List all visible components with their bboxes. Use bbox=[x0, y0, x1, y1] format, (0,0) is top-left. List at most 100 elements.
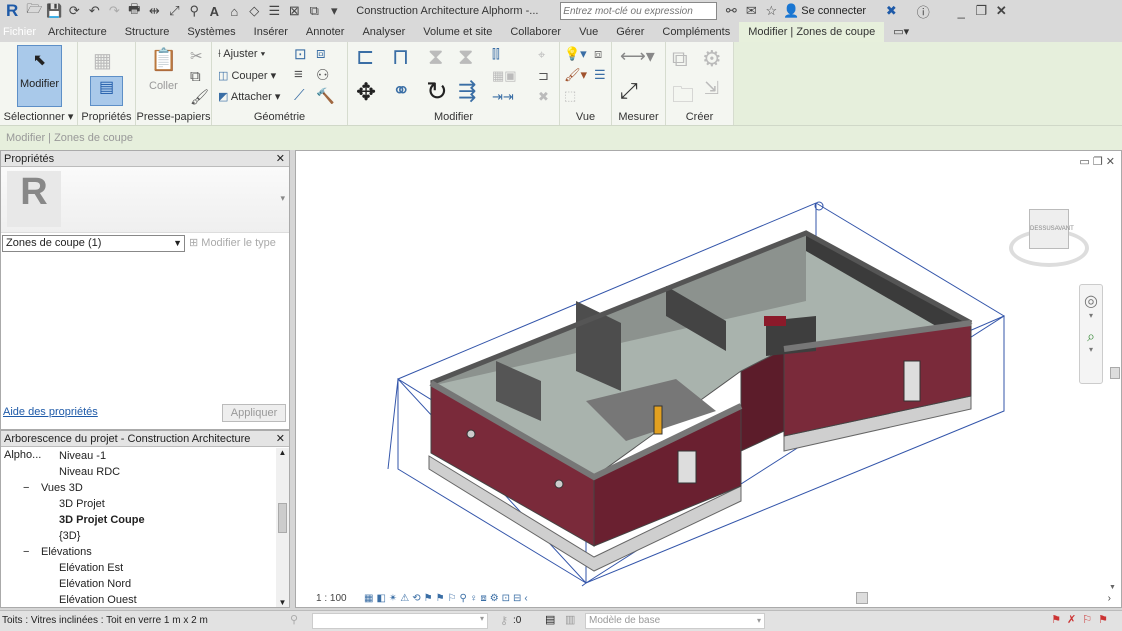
delete-icon[interactable]: ✖ bbox=[538, 89, 549, 105]
3d-view-icon[interactable]: ⌂ bbox=[224, 4, 244, 19]
restore-icon[interactable]: ❐ bbox=[971, 3, 991, 19]
tab-inserer[interactable]: Insérer bbox=[245, 22, 297, 42]
linework-icon[interactable]: ☰ bbox=[594, 67, 606, 83]
apply-button[interactable]: Appliquer bbox=[222, 404, 286, 422]
horizontal-scrollbar[interactable] bbox=[856, 592, 868, 604]
tree-item[interactable]: Niveau RDC bbox=[59, 466, 120, 478]
aligned-dimension-icon[interactable]: ⤢ bbox=[620, 78, 638, 104]
tab-structure[interactable]: Structure bbox=[116, 22, 179, 42]
tab-fichier[interactable]: Fichier bbox=[0, 22, 40, 42]
paint-icon[interactable]: ⚇ bbox=[316, 66, 329, 84]
trim-button[interactable]: ⟊ Ajuster ▾ bbox=[218, 48, 265, 61]
override-graphics-icon[interactable]: 🖌▾ bbox=[564, 67, 587, 83]
create-parts-icon[interactable]: ⚙ bbox=[702, 46, 722, 72]
create-assembly-icon[interactable]: ⧉ bbox=[672, 46, 688, 72]
navigation-bar[interactable]: ◎ ▾ ⌕ ▾ bbox=[1079, 284, 1103, 384]
print-icon[interactable]: 🖶 bbox=[124, 0, 144, 22]
tree-expander[interactable]: − bbox=[23, 546, 29, 558]
tab-analyser[interactable]: Analyser bbox=[353, 22, 414, 42]
rotate-icon[interactable]: ↻ bbox=[426, 76, 448, 107]
edit-type-button[interactable]: ⊞ Modifier le type bbox=[189, 235, 276, 252]
section-icon[interactable]: ◇ bbox=[244, 3, 264, 19]
minimize-icon[interactable]: _ bbox=[951, 4, 971, 19]
offset-icon[interactable]: ⊓ bbox=[392, 44, 409, 70]
view-control-icons[interactable]: ▦◧✴⚠⟲⚑⚑⚐⚲♀⧈⚙⊡⊟‹ bbox=[364, 593, 531, 604]
worksets-icon[interactable]: ⚲ bbox=[290, 613, 298, 626]
demolish-icon[interactable]: ≡ bbox=[294, 66, 303, 83]
building-model[interactable] bbox=[296, 151, 1122, 609]
tree-item[interactable]: Elévation Est bbox=[59, 562, 123, 574]
search-input[interactable] bbox=[560, 2, 718, 20]
viewcube[interactable]: DESSUS AVANT bbox=[1009, 209, 1089, 269]
tab-architecture[interactable]: Architecture bbox=[39, 22, 116, 42]
tab-systemes[interactable]: Systèmes bbox=[178, 22, 244, 42]
tab-volume-site[interactable]: Volume et site bbox=[414, 22, 501, 42]
customize-icon[interactable]: ▾ bbox=[324, 3, 344, 19]
tab-collaborer[interactable]: Collaborer bbox=[501, 22, 570, 42]
ribbon-minimize-icon[interactable]: ▭▾ bbox=[884, 22, 918, 42]
pin-icon[interactable]: ⌖ bbox=[538, 47, 545, 63]
redo-icon[interactable]: ↷ bbox=[104, 3, 124, 19]
subscription-icon[interactable]: ✉ bbox=[741, 3, 761, 19]
trim-extend-icon[interactable]: ⇶ bbox=[458, 78, 476, 104]
mirror-draw-icon[interactable]: ⧗ bbox=[458, 44, 473, 70]
join-roof-icon[interactable]: ⟋ bbox=[294, 87, 305, 104]
split-icon[interactable]: ⫿⫿ bbox=[492, 47, 500, 62]
close-icon[interactable]: ✕ bbox=[276, 431, 285, 447]
cut-icon[interactable]: ✂ bbox=[190, 47, 203, 65]
viewport-scrollbar[interactable]: ▼ bbox=[1109, 171, 1121, 591]
editable-icon[interactable]: ⚷ bbox=[500, 614, 508, 627]
tree-item[interactable]: 3D Projet bbox=[59, 498, 105, 510]
tree-item[interactable]: Elévation Ouest bbox=[59, 594, 137, 606]
split-face-icon[interactable]: ⧈ bbox=[316, 45, 326, 62]
type-properties-icon[interactable]: ▦ bbox=[93, 48, 112, 73]
paste-icon[interactable]: 📋 bbox=[150, 47, 177, 73]
tab-complements[interactable]: Compléments bbox=[653, 22, 739, 42]
thin-lines-icon[interactable]: ☰ bbox=[264, 3, 284, 19]
browser-scrollbar[interactable]: ▲ ▼ bbox=[276, 448, 289, 607]
tree-item[interactable]: Niveau -1 bbox=[59, 450, 106, 462]
unpin-icon[interactable]: ⊐ bbox=[538, 68, 549, 84]
mirror-axis-icon[interactable]: ⧗ bbox=[428, 44, 443, 70]
hammer-icon[interactable]: 🔨 bbox=[316, 87, 335, 105]
help-icon[interactable]: ⓘ bbox=[913, 2, 933, 21]
design-option-dropdown[interactable]: Modèle de base ▾ bbox=[585, 613, 765, 629]
move-icon[interactable]: ✥ bbox=[356, 78, 376, 107]
selection-filter-icons[interactable]: ⚑✗⚐⚑ bbox=[1051, 613, 1114, 626]
design-options-icon[interactable]: ▤ bbox=[545, 613, 555, 626]
tree-item[interactable]: 3D Projet Coupe bbox=[59, 514, 145, 526]
join-button[interactable]: ◩ Attacher ▾ bbox=[218, 90, 280, 103]
wall-joins-icon[interactable]: ⊡ bbox=[294, 45, 307, 63]
undo-icon[interactable]: ↶ bbox=[84, 3, 104, 19]
copy-icon[interactable]: ⧉ bbox=[190, 68, 201, 85]
open-icon[interactable]: 🗁 bbox=[24, 0, 44, 22]
3d-viewport[interactable]: ▭ ❐ ✕ DESSUS AVANT ◎ ▾ ⌕ ▾ ▼ 1: 100 ▦◧✴… bbox=[295, 150, 1122, 608]
tree-item[interactable]: Elévations bbox=[41, 546, 92, 558]
hide-in-view-icon[interactable]: 💡▾ bbox=[564, 46, 587, 62]
scale-icon[interactable]: ⇥⇥ bbox=[492, 89, 514, 105]
switch-windows-icon[interactable]: ⧉ bbox=[304, 3, 324, 19]
filter-icon[interactable]: ⬚ bbox=[564, 88, 576, 104]
tree-item[interactable]: {3D} bbox=[59, 530, 80, 542]
tab-vue[interactable]: Vue bbox=[570, 22, 607, 42]
main-model-icon[interactable]: ▥ bbox=[565, 613, 575, 626]
selection-box-icon[interactable]: ⧈ bbox=[594, 46, 602, 62]
dimension-icon[interactable]: ⤢ bbox=[164, 3, 184, 19]
array-icon[interactable]: ▦▣ bbox=[492, 68, 517, 84]
tree-item[interactable]: Vues 3D bbox=[41, 482, 83, 494]
tab-annoter[interactable]: Annoter bbox=[297, 22, 354, 42]
properties-help-link[interactable]: Aide des propriétés bbox=[3, 406, 98, 418]
view-scale[interactable]: 1 : 100 bbox=[316, 593, 364, 604]
select-dropdown[interactable]: Sélectionner ▾ bbox=[0, 110, 77, 123]
tag-icon[interactable]: ⚲ bbox=[184, 3, 204, 19]
steering-wheel-icon[interactable]: ◎ bbox=[1080, 291, 1102, 311]
type-dropdown-icon[interactable]: ▾ bbox=[280, 193, 285, 204]
text-icon[interactable]: A bbox=[204, 4, 224, 19]
tab-gerer[interactable]: Gérer bbox=[607, 22, 653, 42]
cut-geometry-button[interactable]: ◫ Couper ▾ bbox=[218, 69, 276, 82]
workset-dropdown[interactable]: ▾ bbox=[312, 613, 488, 629]
properties-button[interactable]: ▤ bbox=[90, 76, 123, 106]
zoom-icon[interactable]: ⌕ bbox=[1080, 328, 1102, 345]
close-hidden-icon[interactable]: ⊠ bbox=[284, 3, 304, 19]
copy-element-icon[interactable]: ⚭ bbox=[392, 78, 410, 104]
